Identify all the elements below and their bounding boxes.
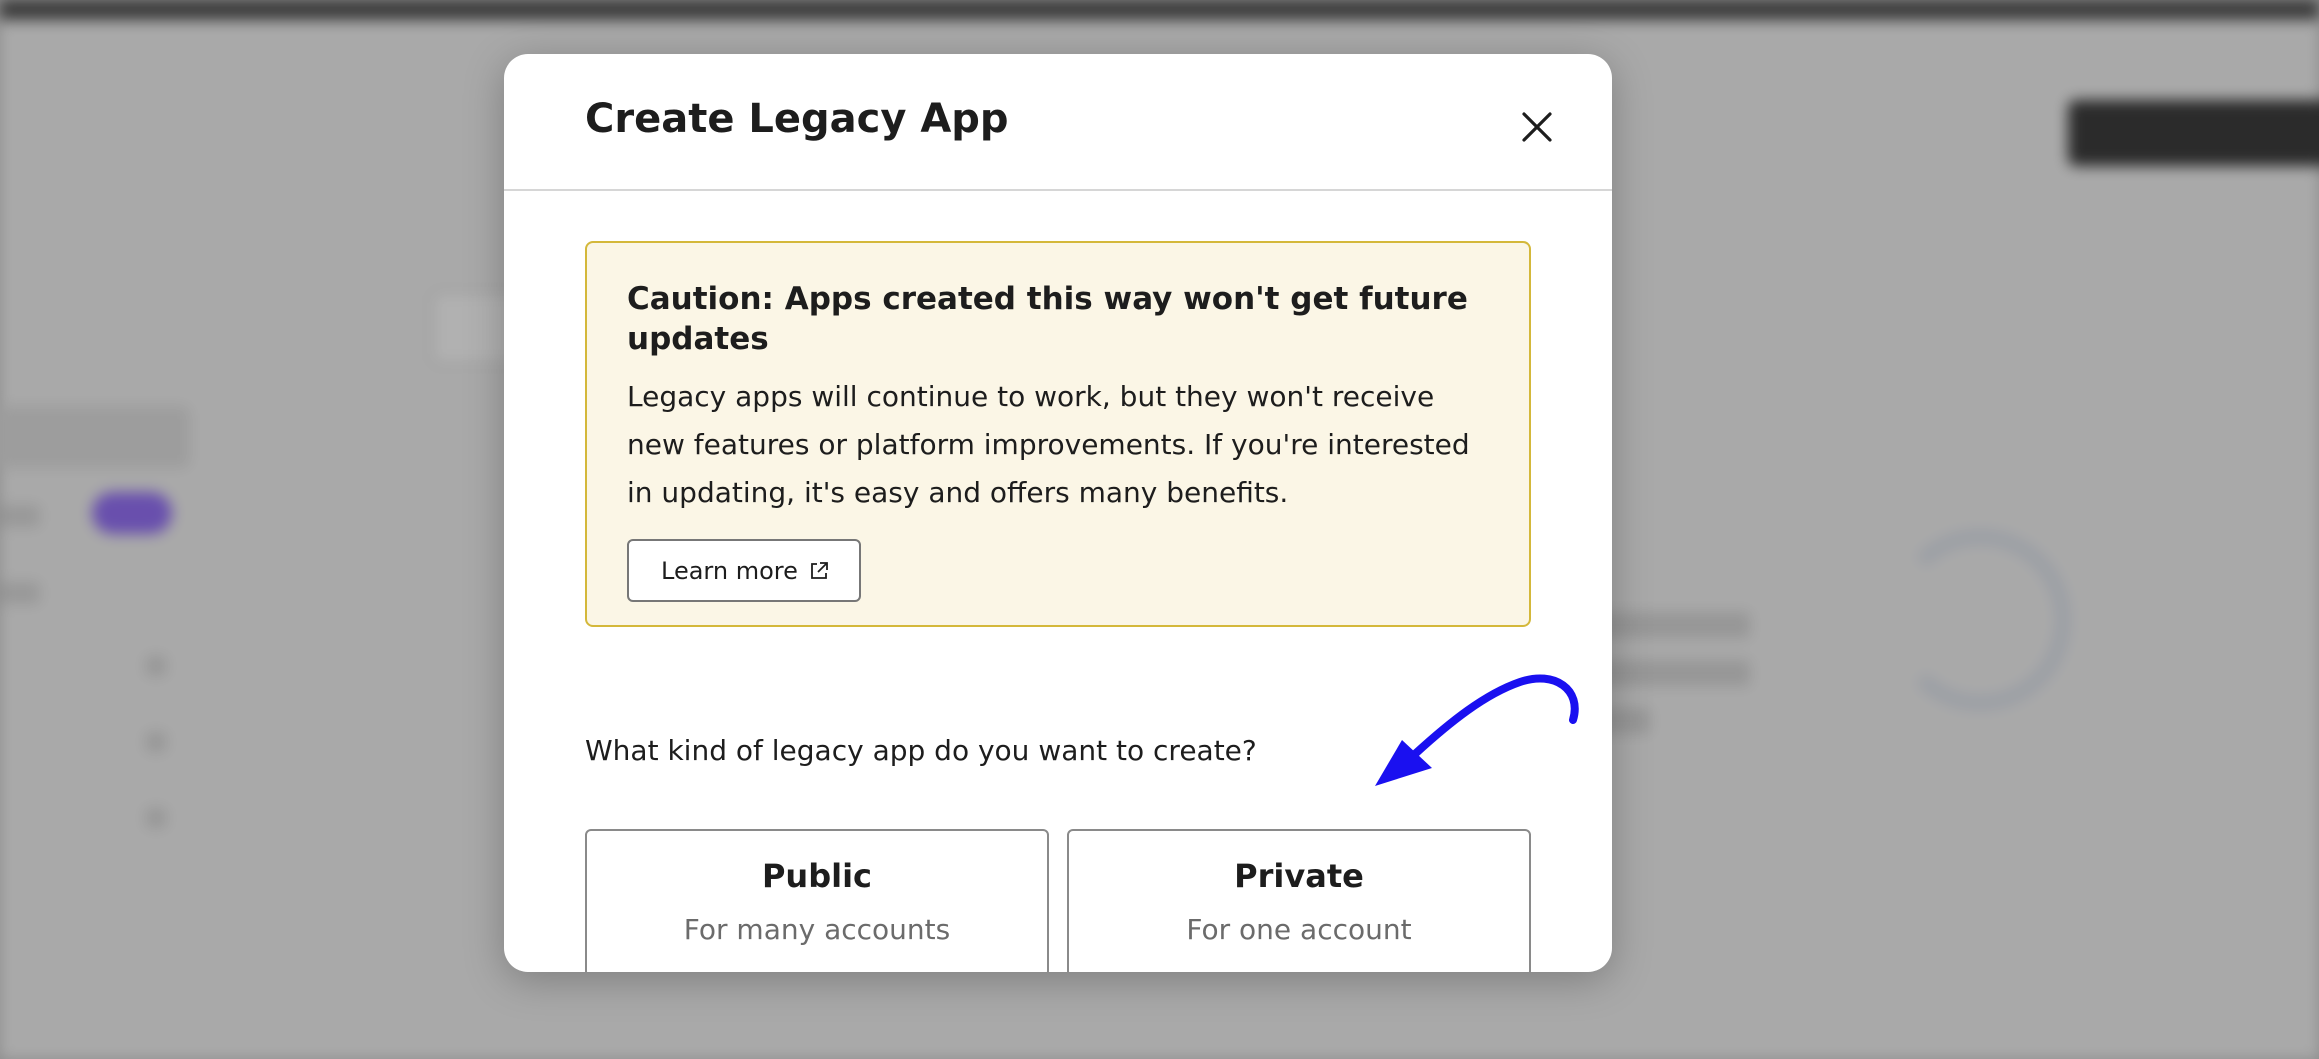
caution-alert: Caution: Apps created this way won't get… bbox=[585, 241, 1531, 627]
app-type-question: What kind of legacy app do you want to c… bbox=[585, 734, 1257, 767]
learn-more-button[interactable]: Learn more bbox=[627, 539, 861, 602]
close-button[interactable] bbox=[1514, 104, 1560, 150]
option-subtitle: For many accounts bbox=[683, 913, 951, 946]
dialog-title: Create Legacy App bbox=[585, 96, 1009, 142]
public-app-option[interactable]: Public For many accounts bbox=[585, 829, 1049, 972]
option-title: Private bbox=[1234, 857, 1364, 895]
create-legacy-app-dialog: Create Legacy App Caution: Apps created … bbox=[504, 54, 1612, 972]
close-icon bbox=[1522, 112, 1552, 142]
private-app-option[interactable]: Private For one account bbox=[1067, 829, 1531, 972]
option-subtitle: For one account bbox=[1186, 913, 1412, 946]
option-title: Public bbox=[761, 857, 873, 895]
page: Create Legacy App Caution: Apps created … bbox=[0, 0, 2319, 1059]
external-link-icon bbox=[808, 560, 830, 582]
dialog-header: Create Legacy App bbox=[504, 54, 1612, 191]
caution-body: Legacy apps will continue to work, but t… bbox=[627, 380, 1470, 509]
caution-title: Caution: Apps created this way won't get… bbox=[627, 281, 1468, 357]
learn-more-label: Learn more bbox=[661, 556, 798, 585]
